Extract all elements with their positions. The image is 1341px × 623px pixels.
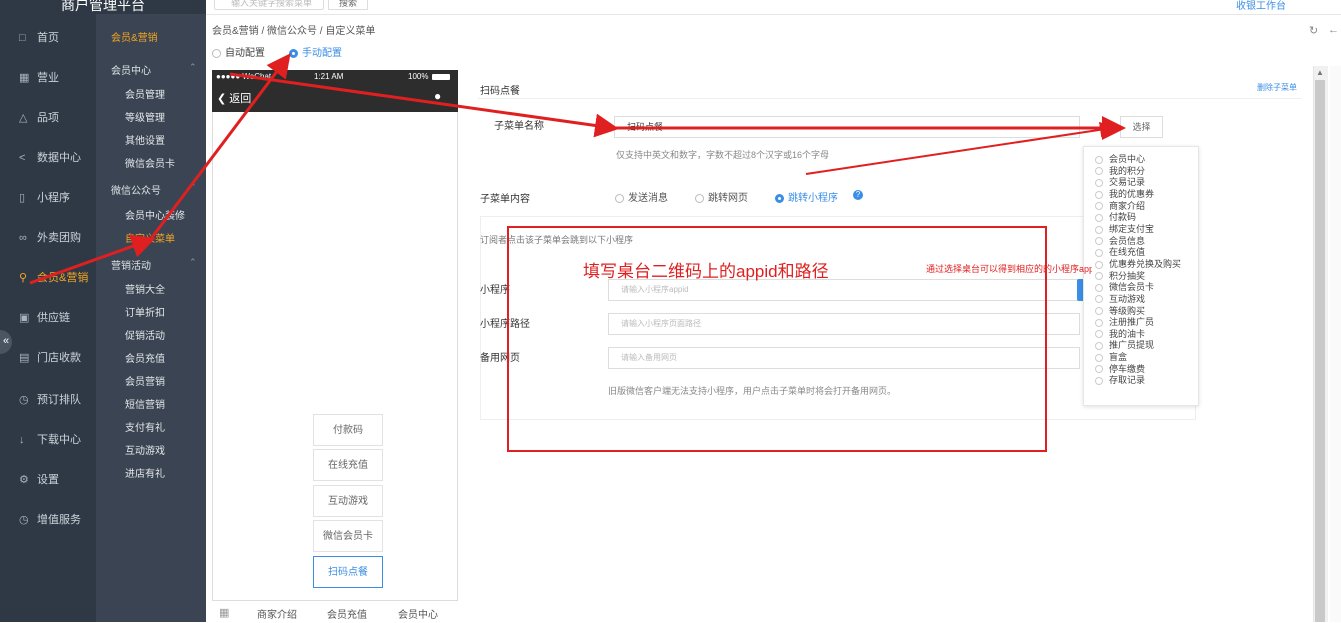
scrollbar-thumb[interactable] — [1315, 80, 1325, 622]
annotation-arrows — [29, 53, 1126, 285]
arrow-to-editor — [229, 72, 619, 138]
arrow-to-member-menu — [29, 234, 156, 285]
right-edge — [1330, 66, 1341, 622]
scroll-up-icon[interactable]: ▲ — [1316, 68, 1324, 77]
arrow-to-custom-menu — [148, 53, 291, 241]
arrow-to-dropdown — [805, 121, 1116, 175]
